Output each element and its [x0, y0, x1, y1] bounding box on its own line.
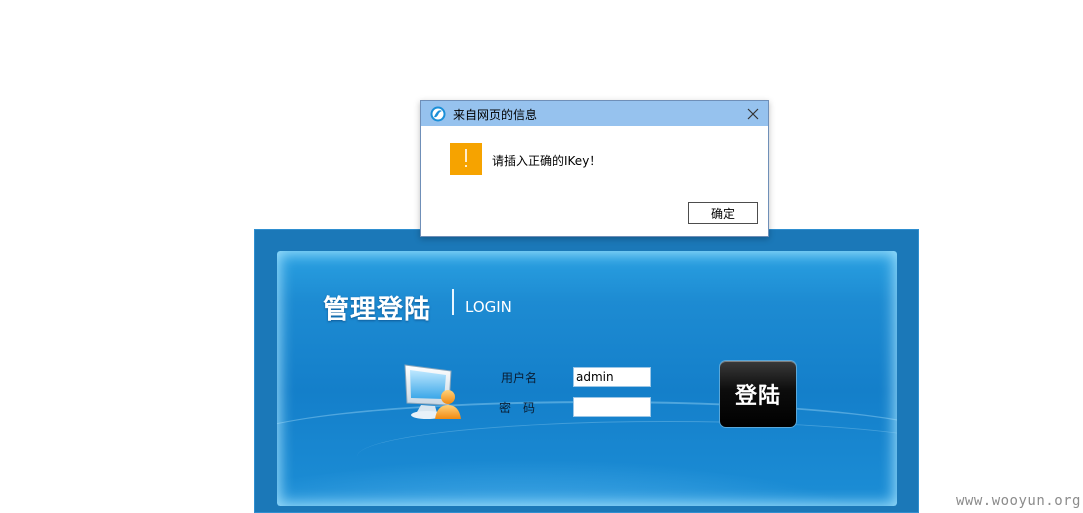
password-label: 密 码	[499, 401, 536, 415]
decorative-wave	[357, 421, 897, 492]
title-divider	[452, 289, 454, 315]
login-title-english: LOGIN	[465, 298, 512, 316]
dialog-title: 来自网页的信息	[453, 108, 538, 122]
dialog-titlebar[interactable]: 来自网页的信息	[421, 101, 768, 126]
password-input[interactable]	[573, 397, 651, 417]
warning-icon	[450, 143, 482, 175]
browser-icon	[430, 106, 446, 122]
close-icon	[747, 108, 759, 120]
user-monitor-icon	[404, 364, 461, 419]
username-input[interactable]	[573, 367, 651, 387]
login-button[interactable]: 登陆	[720, 361, 796, 427]
close-button[interactable]	[743, 104, 763, 124]
ok-button[interactable]: 确定	[688, 202, 758, 224]
login-panel-frame: 管理登陆 LOGIN 用户名 密 码 admin 登陆	[254, 229, 919, 513]
login-panel: 管理登陆 LOGIN 用户名 密 码 admin 登陆	[277, 251, 897, 506]
watermark: www.wooyun.org	[955, 493, 1081, 509]
username-label: 用户名	[501, 371, 538, 385]
alert-dialog: 来自网页的信息 请插入正确的IKey！ 确定	[420, 100, 769, 237]
dialog-message: 请插入正确的IKey！	[492, 154, 602, 168]
login-title: 管理登陆	[323, 295, 432, 325]
